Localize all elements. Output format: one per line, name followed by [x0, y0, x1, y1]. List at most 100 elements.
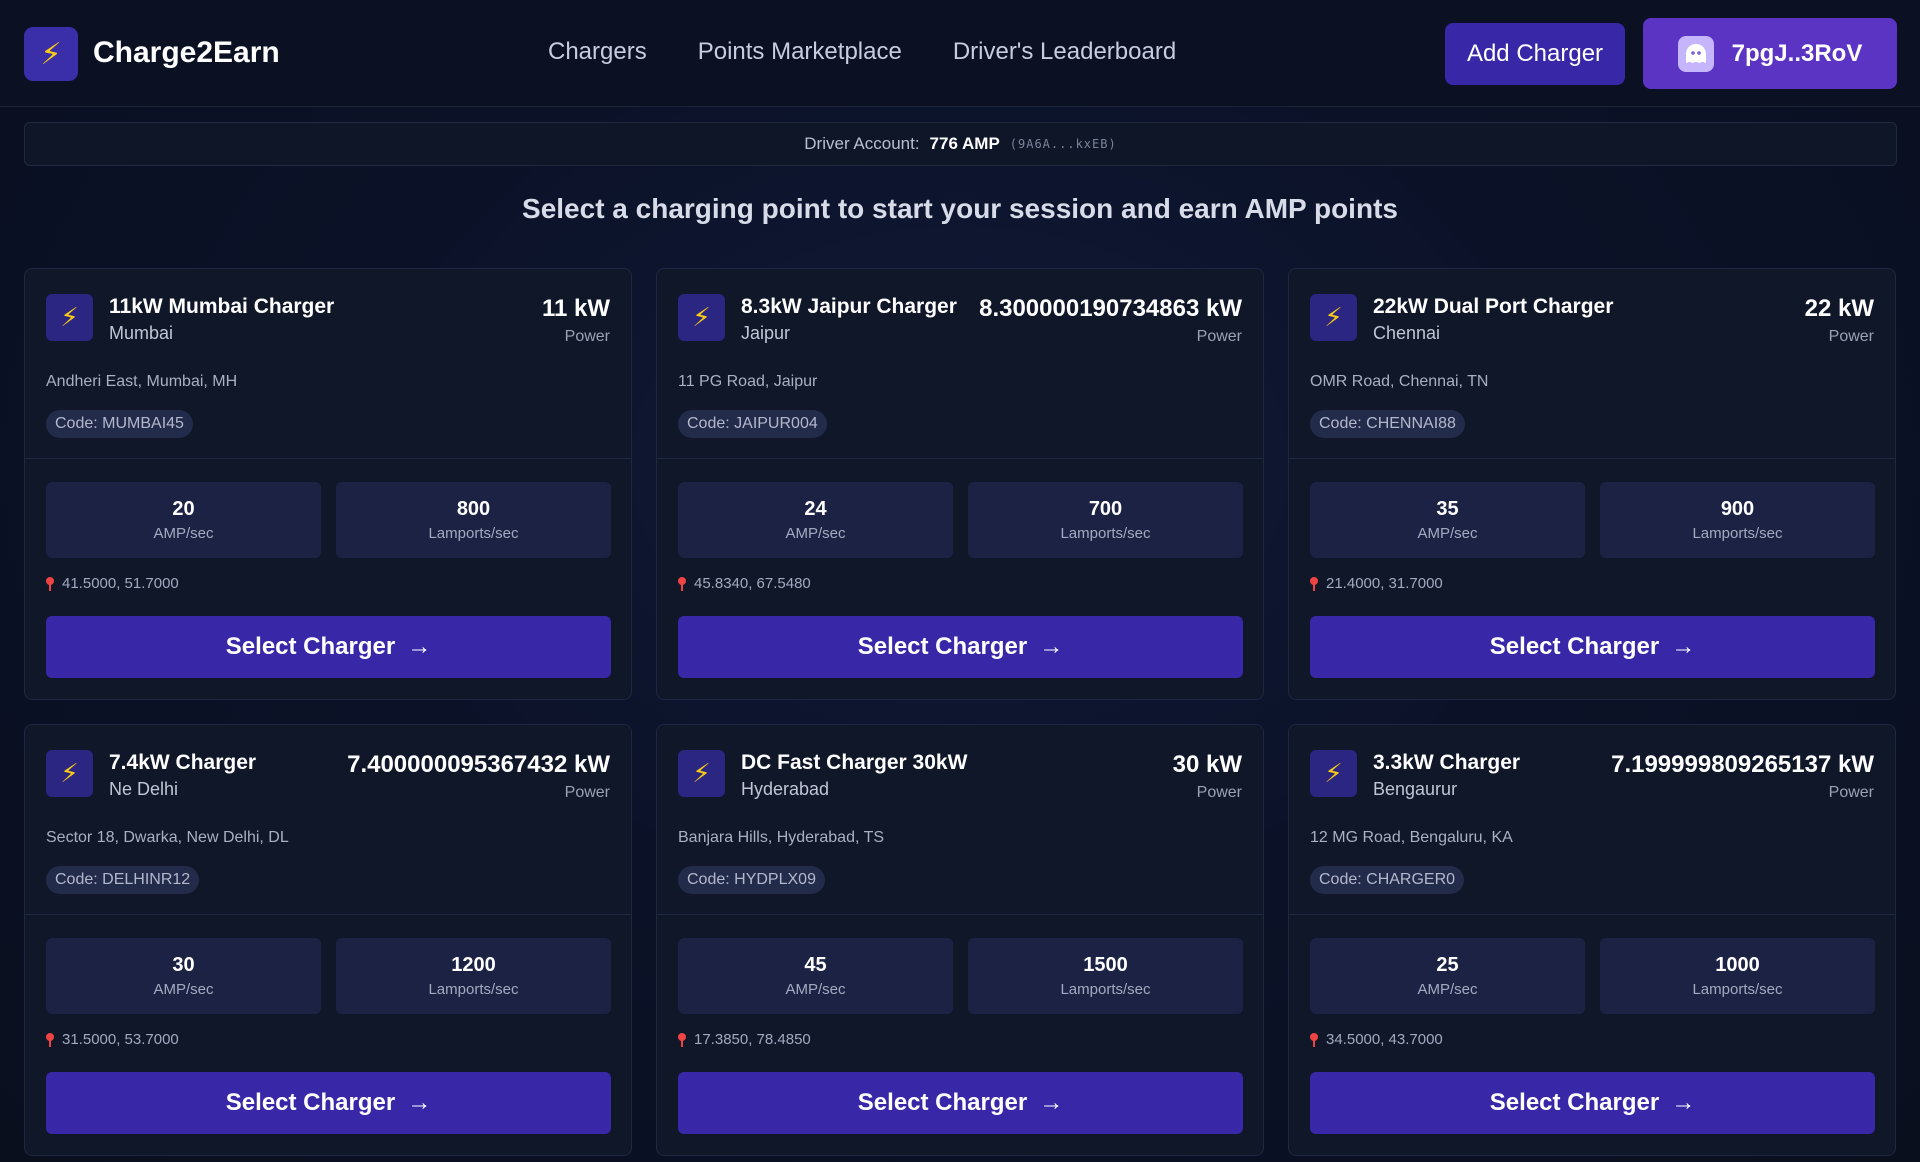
- charger-stats: 30 AMP/sec 1200 Lamports/sec: [46, 938, 611, 1014]
- account-address: (9A6A...kxEB): [1009, 137, 1117, 151]
- charger-code-badge: Code: CHARGER0: [1310, 866, 1465, 894]
- charger-power: 22 kW: [1804, 295, 1874, 322]
- map-pin-icon: [46, 1032, 54, 1047]
- lamports-rate-stat: 900 Lamports/sec: [1600, 482, 1875, 558]
- account-balance: 776 AMP: [929, 134, 1000, 153]
- charger-address: OMR Road, Chennai, TN: [1310, 373, 1489, 390]
- select-charger-label: Select Charger: [857, 1089, 1028, 1116]
- map-pin-icon: [678, 576, 686, 591]
- nav-chargers[interactable]: Chargers: [548, 38, 647, 66]
- lightning-bolt-icon: ⚡: [24, 27, 78, 81]
- charger-code-badge: Code: HYDPLX09: [678, 866, 825, 894]
- charger-stats: 35 AMP/sec 900 Lamports/sec: [1310, 482, 1875, 558]
- nav-drivers-leaderboard[interactable]: Driver's Leaderboard: [953, 38, 1176, 66]
- top-header: ⚡ Charge2Earn Chargers Points Marketplac…: [0, 0, 1920, 107]
- coordinates-text: 31.5000, 53.7000: [62, 1031, 179, 1048]
- charger-power: 11 kW: [541, 295, 610, 322]
- select-charger-button[interactable]: Select Charger →: [678, 616, 1243, 678]
- account-bar: Driver Account: 776 AMP (9A6A...kxEB): [24, 122, 1897, 166]
- charger-card: ⚡ 8.3kW Jaipur Charger Jaipur 8.30000019…: [656, 268, 1264, 700]
- arrow-right-icon: →: [1671, 633, 1696, 660]
- coordinates-text: 45.8340, 67.5480: [694, 575, 811, 592]
- charger-code-badge: Code: MUMBAI45: [46, 410, 193, 438]
- charger-name: 7.4kW Charger: [109, 751, 257, 774]
- amp-rate-label: AMP/sec: [785, 525, 846, 542]
- charger-address: 11 PG Road, Jaipur: [678, 373, 818, 390]
- charger-name: 22kW Dual Port Charger: [1373, 295, 1614, 318]
- charger-address: Sector 18, Dwarka, New Delhi, DL: [46, 829, 289, 846]
- map-pin-icon: [1310, 576, 1318, 591]
- select-charger-button[interactable]: Select Charger →: [1310, 1072, 1875, 1134]
- charger-card: ⚡ 22kW Dual Port Charger Chennai 22 kW P…: [1288, 268, 1896, 700]
- page-subtitle: Select a charging point to start your se…: [522, 193, 1398, 224]
- amp-rate-stat: 25 AMP/sec: [1310, 938, 1585, 1014]
- lamports-rate-label: Lamports/sec: [1060, 981, 1151, 998]
- select-charger-label: Select Charger: [857, 633, 1028, 660]
- charger-stats: 25 AMP/sec 1000 Lamports/sec: [1310, 938, 1875, 1014]
- power-label: Power: [564, 328, 610, 345]
- amp-rate-label: AMP/sec: [1417, 525, 1478, 542]
- charger-name: DC Fast Charger 30kW: [741, 751, 968, 774]
- charger-city: Hyderabad: [741, 779, 830, 799]
- select-charger-button[interactable]: Select Charger →: [678, 1072, 1243, 1134]
- lamports-rate-stat: 800 Lamports/sec: [336, 482, 611, 558]
- charger-address: Banjara Hills, Hyderabad, TS: [678, 829, 885, 846]
- lamports-rate-label: Lamports/sec: [1060, 525, 1151, 542]
- lamports-rate-value: 700: [1088, 498, 1123, 520]
- amp-rate-value: 20: [172, 498, 195, 520]
- charger-power: 7.199999809265137 kW: [1611, 751, 1874, 778]
- select-charger-label: Select Charger: [1489, 1089, 1660, 1116]
- coordinates-text: 21.4000, 31.7000: [1326, 575, 1443, 592]
- select-charger-label: Select Charger: [225, 1089, 396, 1116]
- charger-power: 30 kW: [1172, 751, 1242, 778]
- charger-power: 7.400000095367432 kW: [347, 751, 610, 778]
- lamports-rate-stat: 1500 Lamports/sec: [968, 938, 1243, 1014]
- charger-card: ⚡ 3.3kW Charger Bengaurur 7.199999809265…: [1288, 724, 1896, 1156]
- charger-address: Andheri East, Mumbai, MH: [46, 373, 238, 390]
- amp-rate-value: 30: [172, 954, 195, 976]
- charger-coordinates: 34.5000, 43.7000: [1310, 1031, 1443, 1048]
- charger-coordinates: 21.4000, 31.7000: [1310, 575, 1443, 592]
- charger-city: Mumbai: [109, 323, 174, 343]
- charger-card-header: ⚡ 7.4kW Charger Ne Delhi 7.4000000953674…: [25, 725, 631, 915]
- map-pin-icon: [46, 576, 54, 591]
- lamports-rate-value: 900: [1720, 498, 1755, 520]
- amp-rate-label: AMP/sec: [153, 525, 214, 542]
- charger-card-header: ⚡ 3.3kW Charger Bengaurur 7.199999809265…: [1289, 725, 1895, 915]
- amp-rate-value: 35: [1436, 498, 1459, 520]
- select-charger-button[interactable]: Select Charger →: [46, 1072, 611, 1134]
- add-charger-button[interactable]: Add Charger: [1445, 23, 1625, 85]
- charger-card-header: ⚡ 8.3kW Jaipur Charger Jaipur 8.30000019…: [657, 269, 1263, 459]
- charger-card: ⚡ DC Fast Charger 30kW Hyderabad 30 kW P…: [656, 724, 1264, 1156]
- arrow-right-icon: →: [1671, 1089, 1696, 1116]
- select-charger-button[interactable]: Select Charger →: [1310, 616, 1875, 678]
- arrow-right-icon: →: [1039, 1089, 1064, 1116]
- charger-coordinates: 45.8340, 67.5480: [678, 575, 811, 592]
- arrow-right-icon: →: [407, 1089, 432, 1116]
- charger-name: 11kW Mumbai Charger: [109, 295, 335, 318]
- power-label: Power: [1828, 328, 1874, 345]
- select-charger-button[interactable]: Select Charger →: [46, 616, 611, 678]
- lightning-bolt-icon: ⚡: [1310, 750, 1357, 797]
- amp-rate-stat: 24 AMP/sec: [678, 482, 953, 558]
- wallet-address: 7pgJ..3RoV: [1731, 39, 1863, 67]
- charger-card-header: ⚡ DC Fast Charger 30kW Hyderabad 30 kW P…: [657, 725, 1263, 915]
- power-label: Power: [1196, 784, 1242, 801]
- charger-code-badge: Code: JAIPUR004: [678, 410, 827, 438]
- charger-card: ⚡ 11kW Mumbai Charger Mumbai 11 kW Power…: [24, 268, 632, 700]
- coordinates-text: 34.5000, 43.7000: [1326, 1031, 1443, 1048]
- amp-rate-label: AMP/sec: [785, 981, 846, 998]
- nav-points-marketplace[interactable]: Points Marketplace: [698, 38, 902, 66]
- charger-grid: ⚡ 11kW Mumbai Charger Mumbai 11 kW Power…: [24, 268, 1896, 1156]
- amp-rate-stat: 45 AMP/sec: [678, 938, 953, 1014]
- select-charger-label: Select Charger: [225, 633, 396, 660]
- amp-rate-value: 24: [804, 498, 827, 520]
- wallet-button[interactable]: 7pgJ..3RoV: [1643, 18, 1897, 89]
- app-name[interactable]: Charge2Earn: [93, 36, 280, 70]
- lamports-rate-label: Lamports/sec: [428, 525, 519, 542]
- power-label: Power: [1828, 784, 1874, 801]
- coordinates-text: 17.3850, 78.4850: [694, 1031, 811, 1048]
- lamports-rate-value: 1000: [1715, 954, 1760, 976]
- coordinates-text: 41.5000, 51.7000: [62, 575, 179, 592]
- lightning-bolt-icon: ⚡: [46, 294, 93, 341]
